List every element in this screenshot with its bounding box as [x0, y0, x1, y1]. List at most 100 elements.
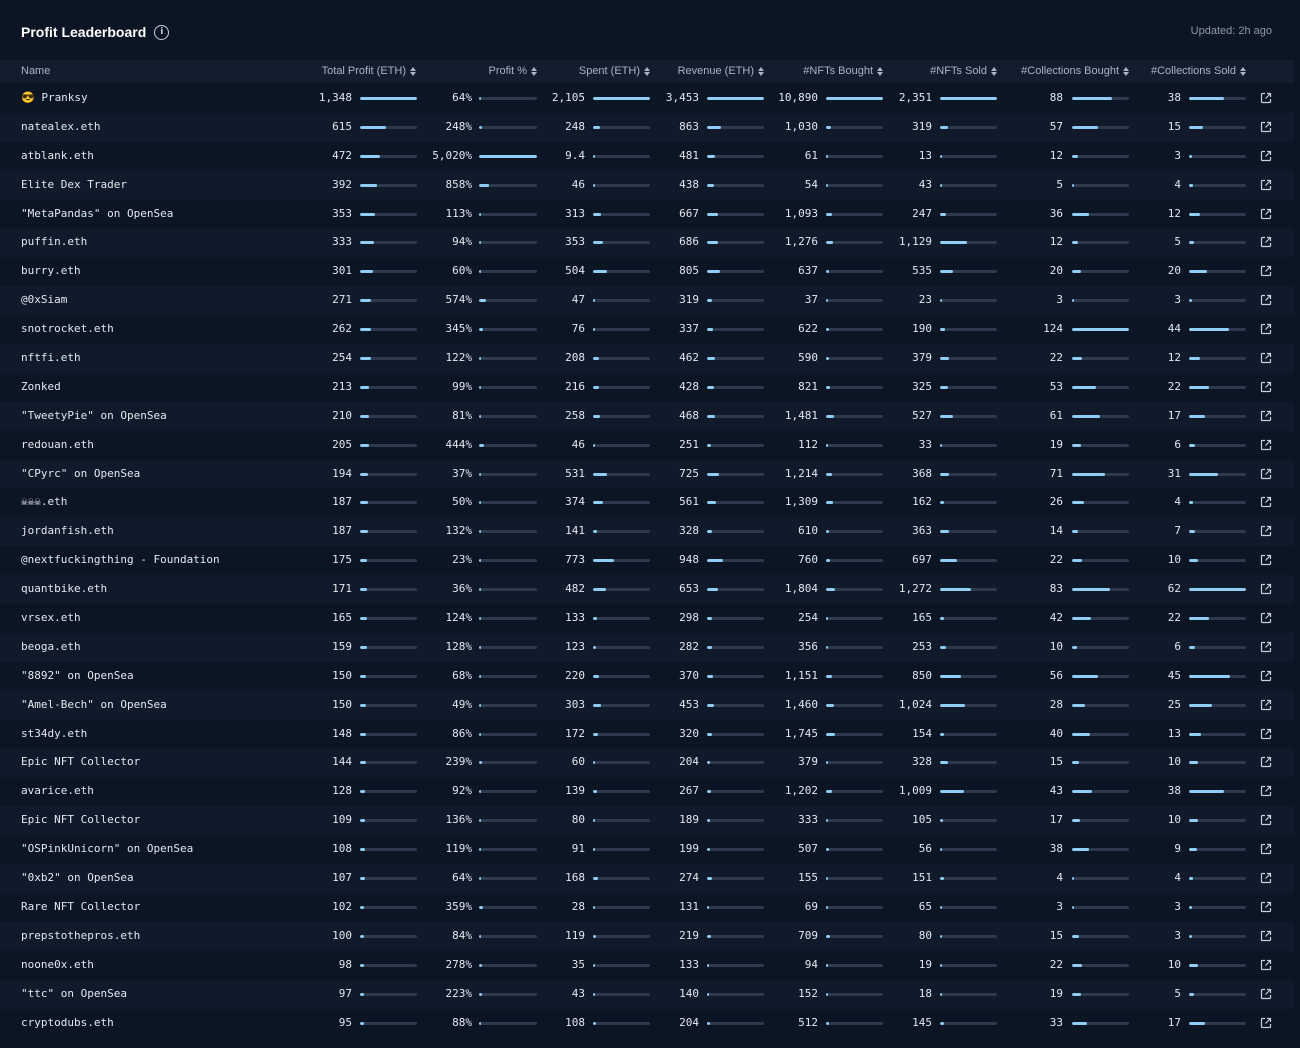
table-row[interactable]: @0xSiam 271 574% 47 319 37 23 3 3 — [0, 286, 1294, 316]
trader-name[interactable]: "OSPinkUnicorn" on OpenSea — [21, 835, 193, 864]
trader-name[interactable]: Epic NFT Collector — [21, 806, 140, 835]
table-row[interactable]: cryptodubs.eth 95 88% 108 204 512 145 33 17 — [0, 1009, 1294, 1038]
table-row[interactable]: noone0x.eth 98 278% 35 133 94 19 22 10 — [0, 951, 1294, 980]
external-link-icon[interactable] — [1260, 612, 1272, 624]
column-header-pct[interactable]: Profit % — [488, 60, 537, 83]
external-link-icon[interactable] — [1260, 179, 1272, 191]
external-link-icon[interactable] — [1260, 814, 1272, 826]
trader-name[interactable]: "0xb2" on OpenSea — [21, 864, 134, 893]
column-header-profit[interactable]: Total Profit (ETH) — [322, 60, 416, 83]
table-row[interactable]: "CPyrc" on OpenSea 194 37% 531 725 1,214 368 71… — [0, 459, 1294, 489]
trader-name[interactable]: puffin.eth — [21, 228, 87, 257]
sort-icon[interactable] — [644, 67, 650, 76]
trader-name[interactable]: 😎 Pranksy — [21, 84, 88, 113]
trader-name[interactable]: ☠☠☠.eth — [21, 488, 67, 517]
trader-name[interactable]: beoga.eth — [21, 633, 81, 662]
trader-name[interactable]: @nextfuckingthing - Foundation — [21, 546, 220, 575]
external-link-icon[interactable] — [1260, 699, 1272, 711]
external-link-icon[interactable] — [1260, 410, 1272, 422]
trader-name[interactable]: burry.eth — [21, 257, 81, 286]
sort-icon[interactable] — [1240, 67, 1246, 76]
table-row[interactable]: Elite Dex Trader 392 858% 46 438 54 43 5 4 — [0, 170, 1294, 200]
external-link-icon[interactable] — [1260, 901, 1272, 913]
trader-name[interactable]: Zonked — [21, 373, 61, 402]
trader-name[interactable]: Elite Dex Trader — [21, 171, 127, 200]
external-link-icon[interactable] — [1260, 583, 1272, 595]
table-row[interactable]: Zonked 213 99% 216 428 821 325 53 22 — [0, 373, 1294, 402]
table-row[interactable]: prepstothepros.eth 100 84% 119 219 709 80 15 3 — [0, 921, 1294, 951]
table-row[interactable]: vrsex.eth 165 124% 133 298 254 165 42 22 — [0, 604, 1294, 633]
external-link-icon[interactable] — [1260, 641, 1272, 653]
table-row[interactable]: "ttc" on OpenSea 97 223% 43 140 152 18 19 5 — [0, 979, 1294, 1009]
trader-name[interactable]: redouan.eth — [21, 431, 94, 460]
external-link-icon[interactable] — [1260, 468, 1272, 480]
external-link-icon[interactable] — [1260, 352, 1272, 364]
table-row[interactable]: jordanfish.eth 187 132% 141 328 610 363 14 7 — [0, 517, 1294, 547]
table-row[interactable]: Epic NFT Collector 144 239% 60 204 379 328 15 10 — [0, 748, 1294, 778]
sort-icon[interactable] — [531, 67, 537, 76]
column-header-revenue[interactable]: Revenue (ETH) — [678, 60, 764, 83]
table-row[interactable]: natealex.eth 615 248% 248 863 1,030 319 57 15 — [0, 112, 1294, 142]
external-link-icon[interactable] — [1260, 525, 1272, 537]
external-link-icon[interactable] — [1260, 988, 1272, 1000]
table-row[interactable]: "0xb2" on OpenSea 107 64% 168 274 155 151 4 4 — [0, 864, 1294, 893]
trader-name[interactable]: vrsex.eth — [21, 604, 81, 633]
trader-name[interactable]: snotrocket.eth — [21, 315, 114, 344]
column-header-bought[interactable]: #NFTs Bought — [803, 60, 883, 83]
table-row[interactable]: 😎 Pranksy 1,348 64% 2,105 3,453 10,890 2,351 88… — [0, 84, 1294, 113]
sort-icon[interactable] — [410, 67, 416, 76]
column-header-cbought[interactable]: #Collections Bought — [1021, 60, 1129, 83]
trader-name[interactable]: noone0x.eth — [21, 951, 94, 980]
table-row[interactable]: @nextfuckingthing - Foundation 175 23% 773 9… — [0, 546, 1294, 575]
column-header-spent[interactable]: Spent (ETH) — [579, 60, 650, 83]
external-link-icon[interactable] — [1260, 785, 1272, 797]
sort-icon[interactable] — [758, 67, 764, 76]
trader-name[interactable]: "TweetyPie" on OpenSea — [21, 402, 167, 431]
external-link-icon[interactable] — [1260, 150, 1272, 162]
table-row[interactable]: "OSPinkUnicorn" on OpenSea 108 119% 91 199 50… — [0, 835, 1294, 864]
trader-name[interactable]: "8892" on OpenSea — [21, 662, 134, 691]
trader-name[interactable]: cryptodubs.eth — [21, 1009, 114, 1038]
table-row[interactable]: puffin.eth 333 94% 353 686 1,276 1,129 12 5 — [0, 228, 1294, 258]
trader-name[interactable]: quantbike.eth — [21, 575, 107, 604]
trader-name[interactable]: st34dy.eth — [21, 720, 87, 749]
trader-name[interactable]: "CPyrc" on OpenSea — [21, 460, 140, 489]
external-link-icon[interactable] — [1260, 294, 1272, 306]
trader-name[interactable]: jordanfish.eth — [21, 517, 114, 546]
table-row[interactable]: "8892" on OpenSea 150 68% 220 370 1,151 850 56 4… — [0, 662, 1294, 691]
sort-icon[interactable] — [877, 67, 883, 76]
column-header-name[interactable]: Name — [21, 60, 50, 83]
external-link-icon[interactable] — [1260, 670, 1272, 682]
trader-name[interactable]: "Amel-Bech" on OpenSea — [21, 691, 167, 720]
external-link-icon[interactable] — [1260, 265, 1272, 277]
external-link-icon[interactable] — [1260, 728, 1272, 740]
external-link-icon[interactable] — [1260, 381, 1272, 393]
sort-icon[interactable] — [991, 67, 997, 76]
trader-name[interactable]: nftfi.eth — [21, 344, 81, 373]
external-link-icon[interactable] — [1260, 554, 1272, 566]
external-link-icon[interactable] — [1260, 92, 1272, 104]
trader-name[interactable]: natealex.eth — [21, 113, 100, 142]
external-link-icon[interactable] — [1260, 872, 1272, 884]
trader-name[interactable]: Rare NFT Collector — [21, 893, 140, 922]
external-link-icon[interactable] — [1260, 959, 1272, 971]
table-row[interactable]: avarice.eth 128 92% 139 267 1,202 1,009 43 38 — [0, 777, 1294, 806]
external-link-icon[interactable] — [1260, 323, 1272, 335]
trader-name[interactable]: "ttc" on OpenSea — [21, 980, 127, 1009]
external-link-icon[interactable] — [1260, 439, 1272, 451]
external-link-icon[interactable] — [1260, 236, 1272, 248]
table-row[interactable]: "TweetyPie" on OpenSea 210 81% 258 468 1,481 5… — [0, 401, 1294, 431]
table-row[interactable]: nftfi.eth 254 122% 208 462 590 379 22 12 — [0, 344, 1294, 373]
column-header-csold[interactable]: #Collections Sold — [1151, 60, 1246, 83]
external-link-icon[interactable] — [1260, 208, 1272, 220]
table-row[interactable]: st34dy.eth 148 86% 172 320 1,745 154 40 13 — [0, 720, 1294, 749]
external-link-icon[interactable] — [1260, 930, 1272, 942]
external-link-icon[interactable] — [1260, 496, 1272, 508]
table-row[interactable]: quantbike.eth 171 36% 482 653 1,804 1,272 83 62 — [0, 575, 1294, 605]
table-row[interactable]: "Amel-Bech" on OpenSea 150 49% 303 453 1,460 1… — [0, 690, 1294, 720]
table-row[interactable]: Epic NFT Collector 109 136% 80 189 333 105 17 10 — [0, 806, 1294, 836]
trader-name[interactable]: atblank.eth — [21, 142, 94, 171]
external-link-icon[interactable] — [1260, 756, 1272, 768]
external-link-icon[interactable] — [1260, 843, 1272, 855]
trader-name[interactable]: @0xSiam — [21, 286, 67, 315]
